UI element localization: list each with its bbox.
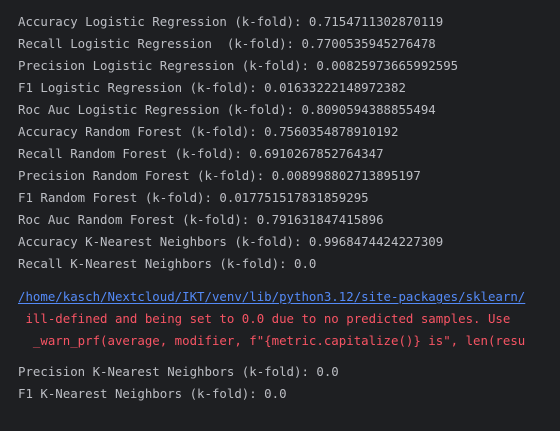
result-line-accuracy-logistic-regression: Accuracy Logistic Regression (k-fold): 0…: [18, 14, 444, 29]
result-line-accuracy-knn: Accuracy K-Nearest Neighbors (k-fold): 0…: [18, 234, 444, 249]
result-line-f1-random-forest: F1 Random Forest (k-fold): 0.01775151783…: [18, 190, 369, 205]
result-line-roc-auc-logistic-regression: Roc Auc Logistic Regression (k-fold): 0.…: [18, 102, 436, 117]
result-line-precision-logistic-regression: Precision Logistic Regression (k-fold): …: [18, 58, 459, 73]
result-line-recall-random-forest: Recall Random Forest (k-fold): 0.6910267…: [18, 146, 384, 161]
result-line-f1-knn: F1 K-Nearest Neighbors (k-fold): 0.0: [18, 386, 287, 401]
result-line-accuracy-random-forest: Accuracy Random Forest (k-fold): 0.75603…: [18, 124, 399, 139]
result-line-recall-logistic-regression: Recall Logistic Regression (k-fold): 0.7…: [18, 36, 436, 51]
result-line-roc-auc-random-forest: Roc Auc Random Forest (k-fold): 0.791631…: [18, 212, 384, 227]
warning-source-line: _warn_prf(average, modifier, f"{metric.c…: [18, 333, 526, 348]
warning-message: ill-defined and being set to 0.0 due to …: [18, 311, 511, 326]
result-line-precision-knn: Precision K-Nearest Neighbors (k-fold): …: [18, 364, 339, 379]
result-line-precision-random-forest: Precision Random Forest (k-fold): 0.0089…: [18, 168, 421, 183]
result-line-f1-logistic-regression: F1 Logistic Regression (k-fold): 0.01633…: [18, 80, 406, 95]
warning-file-path-link[interactable]: /home/kasch/Nextcloud/IKT/venv/lib/pytho…: [18, 286, 525, 308]
run-console-output[interactable]: Accuracy Logistic Regression (k-fold): 0…: [0, 0, 560, 431]
result-line-recall-knn: Recall K-Nearest Neighbors (k-fold): 0.0: [18, 256, 317, 271]
